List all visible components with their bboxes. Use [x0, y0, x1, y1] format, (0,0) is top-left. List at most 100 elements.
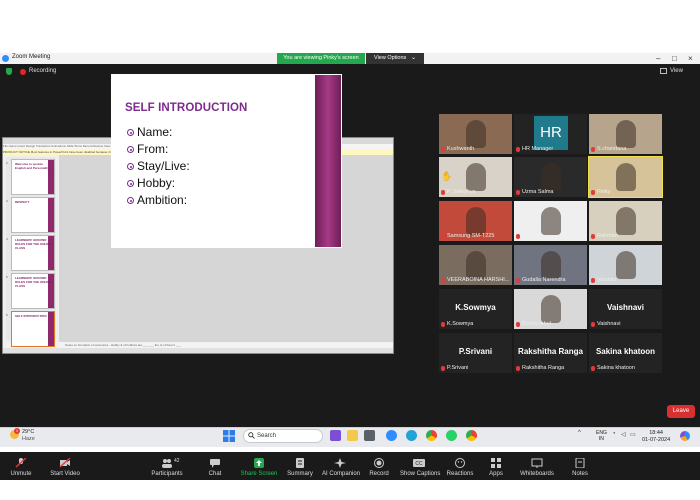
thumb-title: LEARNERS' GROUND RULES FOR THE ONLINE CL…: [15, 276, 52, 288]
participant-name: Vaishnavi: [597, 321, 621, 327]
volume-icon[interactable]: ◁: [621, 431, 626, 438]
slide-bullet: Hobby:: [127, 176, 175, 190]
language-indicator[interactable]: ENG IN: [596, 430, 607, 442]
wifi-icon[interactable]: ◔: [612, 431, 616, 437]
participant-tile[interactable]: Varshini: [589, 245, 662, 285]
thumb-title: RESPECT: [15, 200, 30, 204]
mic-muted-icon: [441, 366, 445, 371]
mic-muted-icon: [516, 234, 520, 239]
thumb-title: Welcome to spoken English and Personalit…: [15, 162, 50, 170]
taskbar-search-input[interactable]: [243, 429, 323, 443]
participant-display-name: Sakina khatoon: [595, 347, 656, 356]
participant-tile[interactable]: Rahman: [589, 201, 662, 241]
slide-thumbnails: 2 Welcome to spoken English and Personal…: [6, 157, 56, 347]
close-icon[interactable]: ×: [688, 53, 693, 64]
view-button[interactable]: View: [670, 68, 683, 74]
thumb-number: 5: [6, 275, 8, 279]
search-label: Search: [257, 433, 277, 439]
tray-chevron-up-icon[interactable]: ^: [578, 430, 581, 436]
record-button[interactable]: Record: [367, 458, 391, 477]
participant-video: [616, 120, 636, 148]
weather-temp: 29°C: [22, 429, 35, 435]
show-captions-button[interactable]: CC Show Captions: [400, 458, 440, 477]
participants-count: 42: [174, 458, 180, 464]
maximize-icon[interactable]: □: [672, 53, 677, 64]
participant-name: Bunny.rahul: [522, 321, 551, 327]
leave-button[interactable]: Leave: [667, 405, 695, 418]
participant-tile[interactable]: Bunny.rahul: [514, 289, 587, 329]
participant-tile[interactable]: Gudalla Narendra: [514, 245, 587, 285]
video-off-icon: [59, 458, 71, 468]
mic-muted-icon: [441, 147, 445, 152]
participant-display-name: P.Srivani: [458, 347, 493, 356]
chrome-profile-icon[interactable]: [466, 430, 477, 441]
participant-tile[interactable]: Sakina khatoon Sakina khatoon: [589, 333, 662, 373]
copilot-icon[interactable]: [680, 431, 690, 441]
chrome-icon[interactable]: [426, 430, 437, 441]
slide-bullet: Name:: [127, 125, 172, 139]
start-video-button[interactable]: Start Video: [47, 458, 83, 477]
participant-tile[interactable]: Samsung SM-T225: [439, 201, 512, 241]
view-grid-icon[interactable]: [660, 68, 667, 74]
participant-tile[interactable]: Kushwanth: [439, 114, 512, 154]
slide-bullet: Stay/Live:: [127, 159, 190, 173]
participant-tile[interactable]: Divya: [514, 201, 587, 241]
file-explorer-icon[interactable]: [347, 430, 358, 441]
whiteboards-button[interactable]: Whiteboards: [518, 458, 556, 477]
participant-display-name: Rakshitha Ranga: [518, 347, 583, 356]
participant-video: [616, 207, 636, 235]
participant-name: Samsung SM-T225: [447, 233, 495, 239]
title-bar: Zoom Meeting You are viewing Pinky's scr…: [0, 53, 700, 64]
mic-muted-icon: [441, 234, 445, 239]
reactions-button[interactable]: Reactions: [445, 458, 475, 477]
notes-button[interactable]: Notes: [568, 458, 592, 477]
participant-tile[interactable]: Rakshitha Ranga Rakshitha Ranga: [514, 333, 587, 373]
participant-tile[interactable]: K.Sowmya K.Sowmya: [439, 289, 512, 329]
participant-name: Sakina khatoon: [597, 365, 635, 371]
captions-icon: CC: [413, 459, 425, 467]
chat-button[interactable]: Chat: [203, 458, 227, 477]
participant-name: Kushwanth: [447, 146, 475, 152]
record-icon: [374, 458, 384, 468]
weather-badge: 1: [14, 428, 20, 434]
whatsapp-icon[interactable]: [446, 430, 457, 441]
edge-icon[interactable]: [406, 430, 417, 441]
unmute-button[interactable]: Unmute: [6, 458, 36, 477]
participant-tile[interactable]: Uzma Salma: [514, 157, 587, 197]
apps-button[interactable]: Apps: [484, 458, 508, 477]
slide-thumbnail-active: SELF INTRODUCTION: [11, 311, 55, 347]
mic-muted-icon: [516, 147, 520, 152]
task-view-icon[interactable]: [330, 430, 341, 441]
participant-name: Rahman: [597, 233, 618, 239]
participant-tile[interactable]: VEERABOINA HARSHI...: [439, 245, 512, 285]
sparkle-icon: [334, 458, 346, 468]
participant-name: Varshini: [597, 277, 617, 283]
recording-dot-icon: [20, 69, 26, 75]
participant-tile[interactable]: S.chandana: [589, 114, 662, 154]
zoom-window: Zoom Meeting You are viewing Pinky's scr…: [0, 53, 700, 480]
ai-companion-button[interactable]: AI Companion: [322, 458, 360, 477]
participant-tile[interactable]: HR HR Manager: [514, 114, 587, 154]
mic-muted-icon: [591, 234, 595, 239]
minimize-icon[interactable]: –: [656, 53, 660, 64]
summary-button[interactable]: Summary: [285, 458, 315, 477]
participant-tile[interactable]: Vaishnavi Vaishnavi: [589, 289, 662, 329]
windows-start-icon[interactable]: [223, 430, 235, 442]
mic-muted-icon: [441, 322, 445, 327]
slide-thumbnail: Welcome to spoken English and Personalit…: [11, 159, 55, 195]
mic-muted-icon: [591, 366, 595, 371]
slide-bullet: Ambition:: [127, 193, 187, 207]
participant-video: [541, 295, 561, 323]
zoom-taskbar-icon[interactable]: [386, 430, 397, 441]
participant-tile[interactable]: Pinky: [588, 156, 663, 198]
clock[interactable]: 18:44 01-07-2024: [642, 430, 670, 444]
reactions-icon: [455, 458, 465, 468]
share-screen-button[interactable]: Share Screen: [240, 458, 278, 477]
security-shield-icon[interactable]: [6, 68, 12, 75]
thumb-number: 3: [6, 199, 8, 203]
participant-display-name: K.Sowmya: [455, 303, 496, 312]
chevron-down-icon[interactable]: ⌄: [411, 53, 416, 64]
app-icon[interactable]: [364, 430, 375, 441]
battery-icon[interactable]: ▭: [630, 431, 636, 438]
participant-tile[interactable]: P.Srivani P.Srivani: [439, 333, 512, 373]
